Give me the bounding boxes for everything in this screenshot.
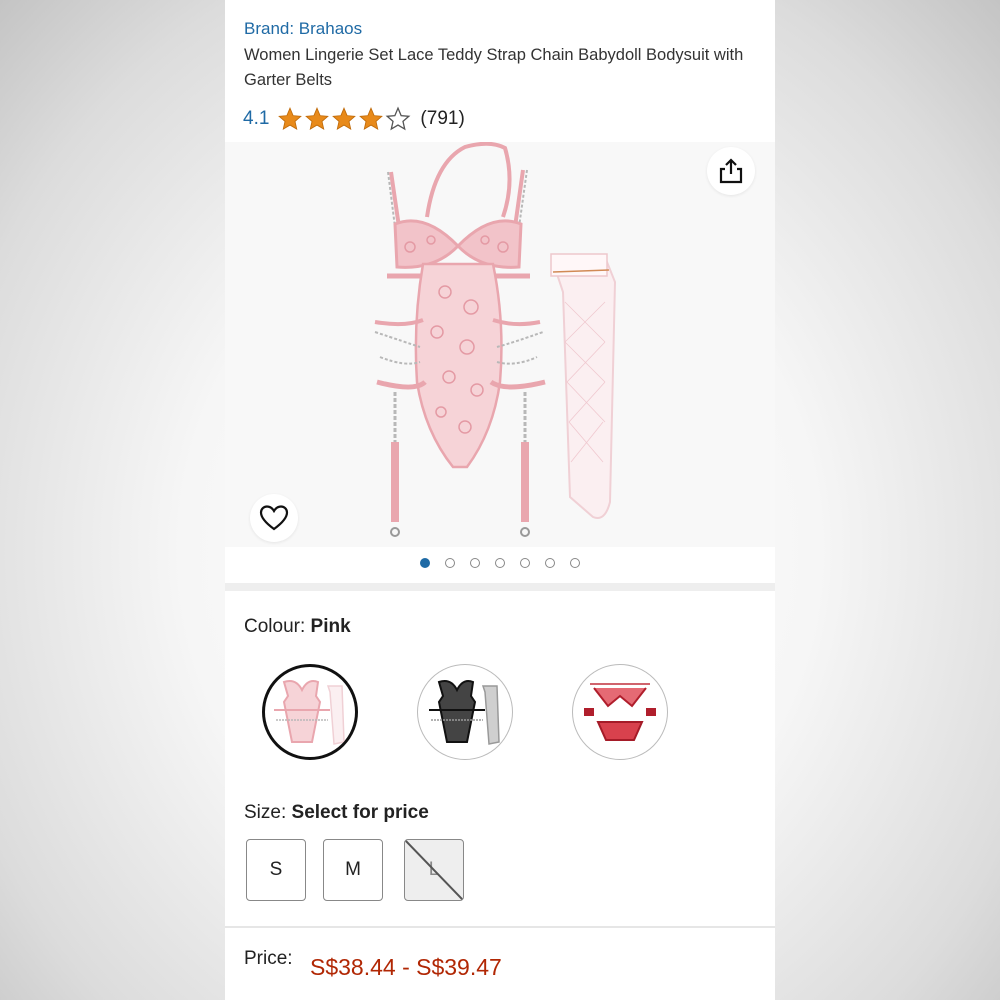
star-icon [332, 107, 357, 130]
gallery-dot[interactable] [445, 558, 455, 568]
review-count[interactable]: (791) [420, 108, 464, 130]
wishlist-button[interactable] [250, 494, 298, 542]
star-empty-icon [386, 106, 411, 131]
section-divider [225, 926, 775, 928]
rating-value: 4.1 [243, 108, 270, 129]
red-bra-set-thumbnail [584, 683, 656, 741]
star-icon [305, 107, 330, 130]
product-title: Women Lingerie Set Lace Teddy Strap Chai… [244, 46, 744, 89]
rating-stars [277, 106, 412, 132]
colour-swatch-black[interactable] [417, 664, 513, 760]
product-page: Brand: Brahaos Women Lingerie Set Lace T… [225, 0, 775, 1000]
pink-bodysuit-thumbnail [274, 680, 345, 745]
price-label: Price: [244, 948, 293, 969]
size-prompt: Select for price [291, 802, 429, 823]
price-range: S$38.44 - S$39.47 [310, 954, 502, 980]
size-label-text: Size: [244, 802, 287, 823]
brand-link[interactable]: Brand: Brahaos [244, 19, 362, 39]
colour-swatch-red[interactable] [572, 664, 668, 760]
black-bodysuit-thumbnail [429, 680, 500, 745]
gallery-dot[interactable] [545, 558, 555, 568]
star-icon [278, 107, 303, 130]
product-image [374, 142, 617, 537]
size-label: Size: Select for price [244, 802, 429, 824]
size-option-s[interactable]: S [246, 839, 306, 901]
gallery-pagination [225, 558, 775, 568]
gallery-dot[interactable] [495, 558, 505, 568]
size-option-m[interactable]: M [323, 839, 383, 901]
share-button[interactable] [707, 147, 755, 195]
star-icon [359, 107, 384, 130]
size-option-l-unavailable[interactable]: L [404, 839, 464, 901]
colour-label-text: Colour: [244, 616, 306, 637]
gallery-dot[interactable] [570, 558, 580, 568]
colour-selected-value: Pink [310, 616, 351, 637]
rating-row[interactable]: 4.1 (791) [243, 104, 465, 134]
section-separator [225, 583, 775, 591]
share-icon [719, 158, 743, 184]
heart-icon [259, 505, 289, 531]
gallery-dot[interactable] [520, 558, 530, 568]
product-image-gallery[interactable] [225, 142, 775, 547]
gallery-dot[interactable] [420, 558, 430, 568]
colour-swatch-pink[interactable] [262, 664, 358, 760]
colour-label: Colour: Pink [244, 616, 351, 638]
gallery-dot[interactable] [470, 558, 480, 568]
